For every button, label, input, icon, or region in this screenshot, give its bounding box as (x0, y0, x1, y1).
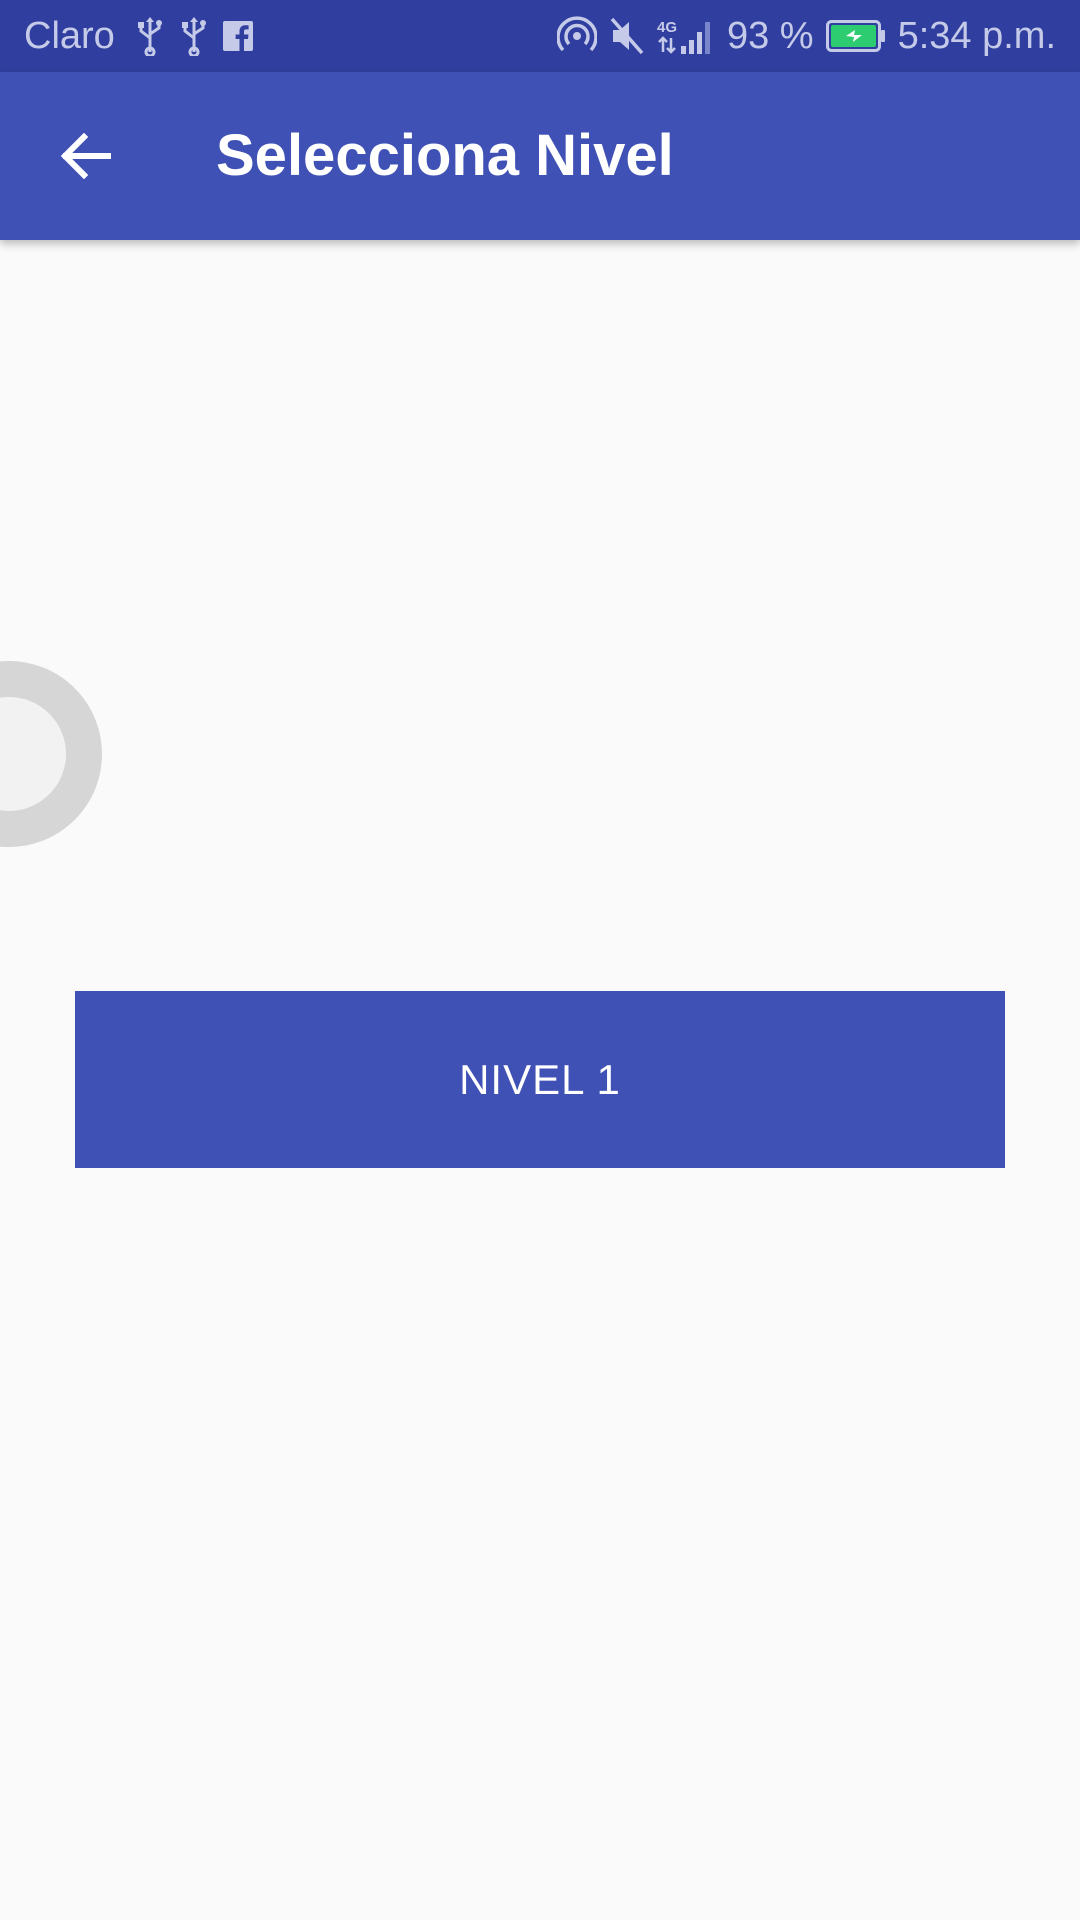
mute-icon (609, 16, 645, 56)
page-title: Selecciona Nivel (216, 123, 674, 188)
arrow-back-icon (58, 128, 114, 184)
back-button[interactable] (40, 110, 132, 202)
status-right: 4G 93 % 5:34 p.m. (556, 14, 1056, 58)
battery-percent: 93 % (726, 14, 814, 57)
usb-icon (179, 16, 209, 56)
screen: Claro 4G 93 % 5:34 p.m. Selecciona Nivel… (0, 0, 1080, 1920)
clock: 5:34 p.m. (897, 14, 1056, 57)
carrier-name: Claro (24, 14, 115, 57)
level-1-button[interactable]: NIVEL 1 (75, 991, 1005, 1168)
floating-circle-handle[interactable] (0, 661, 102, 847)
usb-icon (135, 16, 165, 56)
battery-charging-icon (825, 20, 886, 52)
network-type-label: 4G (657, 19, 677, 36)
hotspot-icon (556, 16, 597, 56)
signal-icon: 4G (657, 16, 715, 56)
status-bar: Claro 4G 93 % 5:34 p.m. (0, 0, 1080, 72)
app-bar: Selecciona Nivel (0, 72, 1080, 240)
status-left: Claro (24, 15, 253, 58)
facebook-icon (222, 21, 253, 51)
